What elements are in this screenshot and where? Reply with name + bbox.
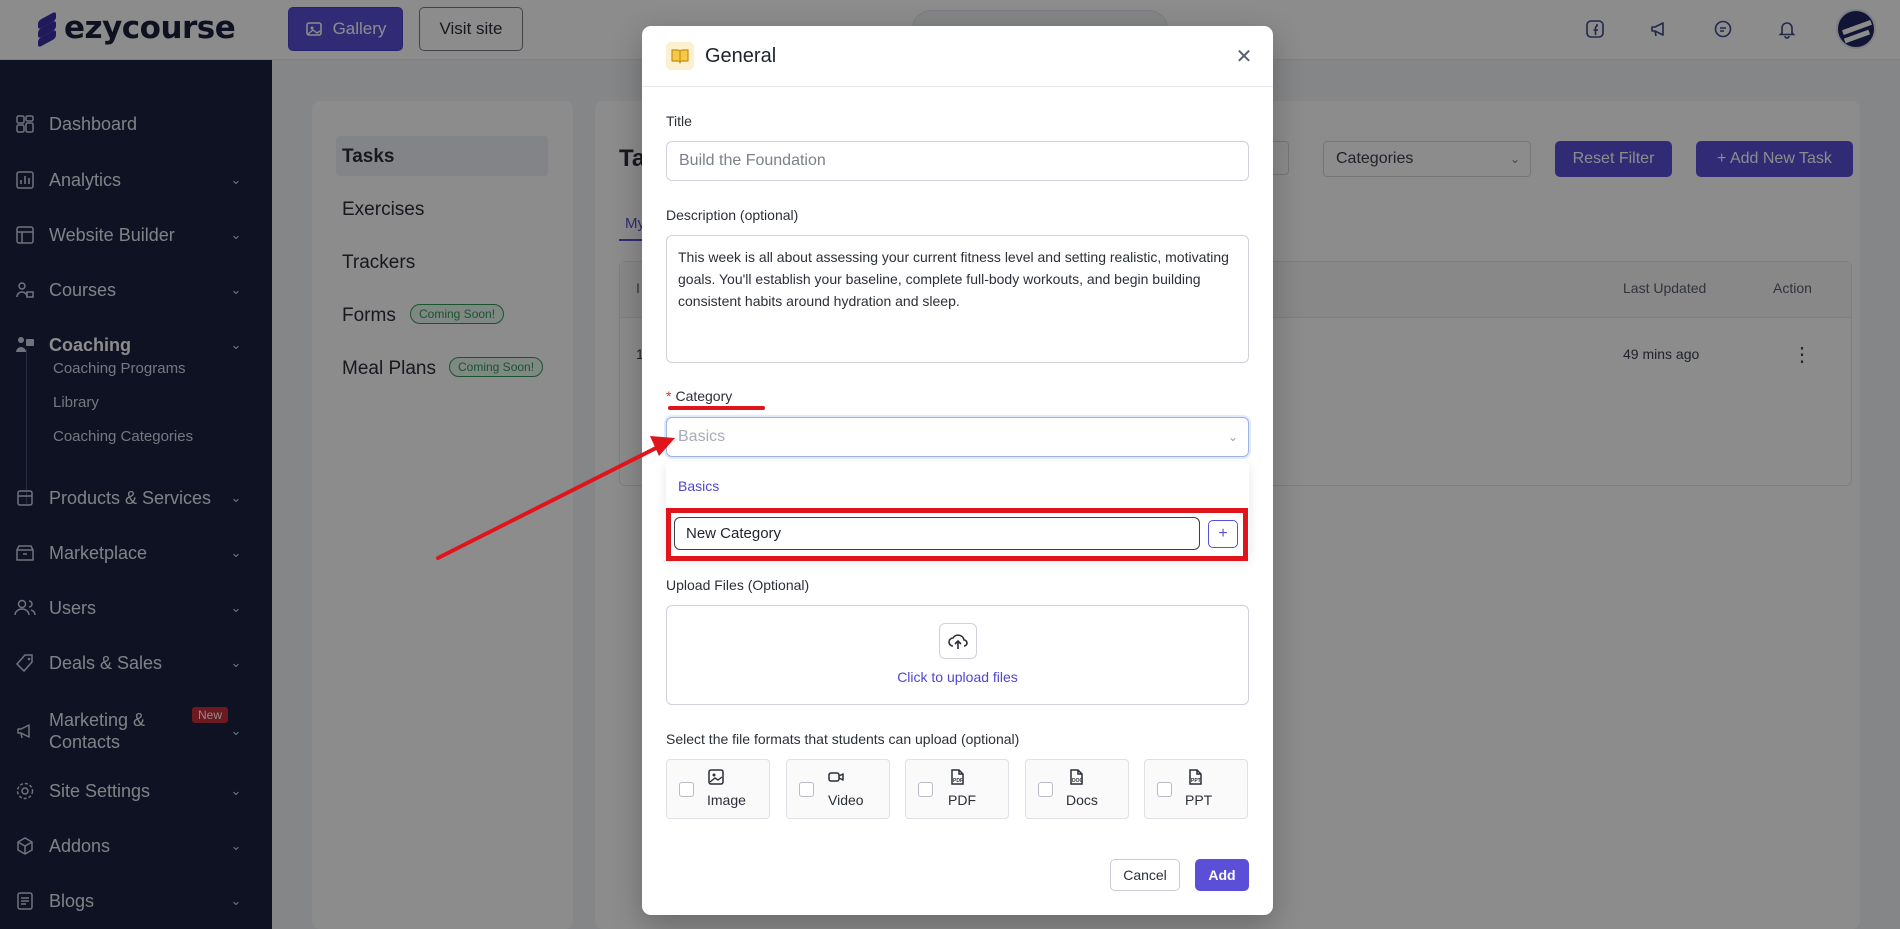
- upload-link[interactable]: Click to upload files: [667, 669, 1248, 685]
- pdf-checkbox[interactable]: [918, 782, 933, 797]
- format-label: Video: [828, 792, 864, 808]
- format-option-image[interactable]: Image: [666, 759, 770, 819]
- format-label: PPT: [1185, 792, 1213, 808]
- image-icon: [707, 768, 725, 786]
- format-option-docs[interactable]: DOC Docs: [1025, 759, 1129, 819]
- book-icon: [666, 42, 694, 70]
- cancel-label: Cancel: [1123, 867, 1167, 883]
- svg-text:PDF: PDF: [953, 778, 963, 784]
- annotation-underline: [668, 406, 765, 410]
- modal-header: General ✕: [642, 26, 1273, 87]
- title-input-value: Build the Foundation: [679, 152, 826, 169]
- category-label: * Category: [666, 388, 733, 404]
- video-checkbox[interactable]: [799, 782, 814, 797]
- image-checkbox[interactable]: [679, 782, 694, 797]
- dropdown-option-basics[interactable]: Basics: [678, 478, 719, 494]
- pdf-icon: PDF: [948, 768, 966, 786]
- format-label: Image: [707, 792, 746, 808]
- required-mark: *: [666, 388, 672, 404]
- format-option-ppt[interactable]: PPT PPT: [1144, 759, 1248, 819]
- add-label: Add: [1208, 867, 1236, 883]
- format-label: PDF: [948, 792, 976, 808]
- add-category-button[interactable]: +: [1208, 520, 1238, 548]
- new-category-input[interactable]: New Category: [674, 517, 1200, 550]
- category-select-value: Basics: [678, 428, 726, 445]
- video-icon: [827, 768, 845, 786]
- description-textarea[interactable]: This week is all about assessing your cu…: [666, 235, 1249, 363]
- formats-label: Select the file formats that students ca…: [666, 731, 1020, 747]
- close-icon[interactable]: ✕: [1234, 46, 1254, 68]
- docs-checkbox[interactable]: [1038, 782, 1053, 797]
- cancel-button[interactable]: Cancel: [1110, 859, 1180, 891]
- modal-title: General: [705, 45, 777, 67]
- ppt-checkbox[interactable]: [1157, 782, 1172, 797]
- svg-text:DOC: DOC: [1072, 778, 1084, 784]
- chevron-down-icon: ⌄: [1227, 430, 1238, 444]
- upload-label: Upload Files (Optional): [666, 577, 810, 593]
- category-select[interactable]: Basics ⌄: [666, 417, 1249, 457]
- plus-icon: +: [1218, 525, 1228, 542]
- new-category-value: New Category: [686, 525, 782, 542]
- add-button[interactable]: Add: [1195, 859, 1249, 891]
- svg-text:PPT: PPT: [1191, 778, 1201, 784]
- upload-dropzone[interactable]: Click to upload files: [666, 605, 1249, 705]
- ppt-icon: PPT: [1186, 768, 1204, 786]
- title-label: Title: [666, 113, 692, 129]
- upload-cloud-icon: [939, 623, 977, 659]
- general-modal: General ✕ Title Build the Foundation Des…: [642, 26, 1273, 915]
- title-input[interactable]: Build the Foundation: [666, 141, 1249, 181]
- format-option-pdf[interactable]: PDF PDF: [905, 759, 1009, 819]
- docs-icon: DOC: [1067, 768, 1085, 786]
- format-option-video[interactable]: Video: [786, 759, 890, 819]
- format-label: Docs: [1066, 792, 1098, 808]
- description-label: Description (optional): [666, 207, 799, 223]
